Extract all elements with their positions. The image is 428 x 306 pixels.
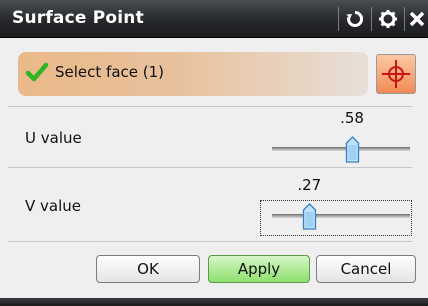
divider	[8, 106, 412, 107]
apply-button[interactable]: Apply	[208, 255, 310, 283]
select-face-label: Select face (1)	[55, 63, 165, 81]
select-point-button[interactable]	[376, 54, 416, 94]
v-value-text: .27	[297, 176, 322, 194]
title-bar-separator	[404, 7, 405, 31]
u-value-label: U value	[25, 129, 82, 147]
title-bar: Surface Point	[0, 0, 428, 38]
crosshair-icon	[382, 60, 410, 88]
cancel-button[interactable]: Cancel	[316, 255, 416, 283]
title-bar-separator	[371, 7, 372, 31]
divider	[8, 241, 412, 242]
settings-button[interactable]	[374, 5, 402, 33]
v-slider-focus-frame	[260, 200, 412, 236]
u-value-text: .58	[340, 109, 364, 127]
check-icon	[25, 62, 49, 82]
close-icon	[409, 11, 425, 27]
u-slider-thumb[interactable]	[345, 136, 360, 164]
v-value-slider[interactable]	[272, 214, 410, 218]
gear-icon	[379, 10, 397, 28]
v-slider-thumb[interactable]	[302, 203, 317, 231]
close-button[interactable]	[406, 5, 428, 33]
reset-icon	[346, 10, 364, 27]
reset-button[interactable]	[341, 5, 369, 33]
dialog-title: Surface Point	[12, 8, 144, 28]
title-bar-separator	[338, 7, 339, 31]
u-value-slider[interactable]	[272, 147, 410, 151]
v-value-label: V value	[25, 197, 82, 215]
ok-button[interactable]: OK	[96, 255, 200, 283]
divider	[8, 167, 412, 168]
footer-bar	[0, 298, 428, 306]
